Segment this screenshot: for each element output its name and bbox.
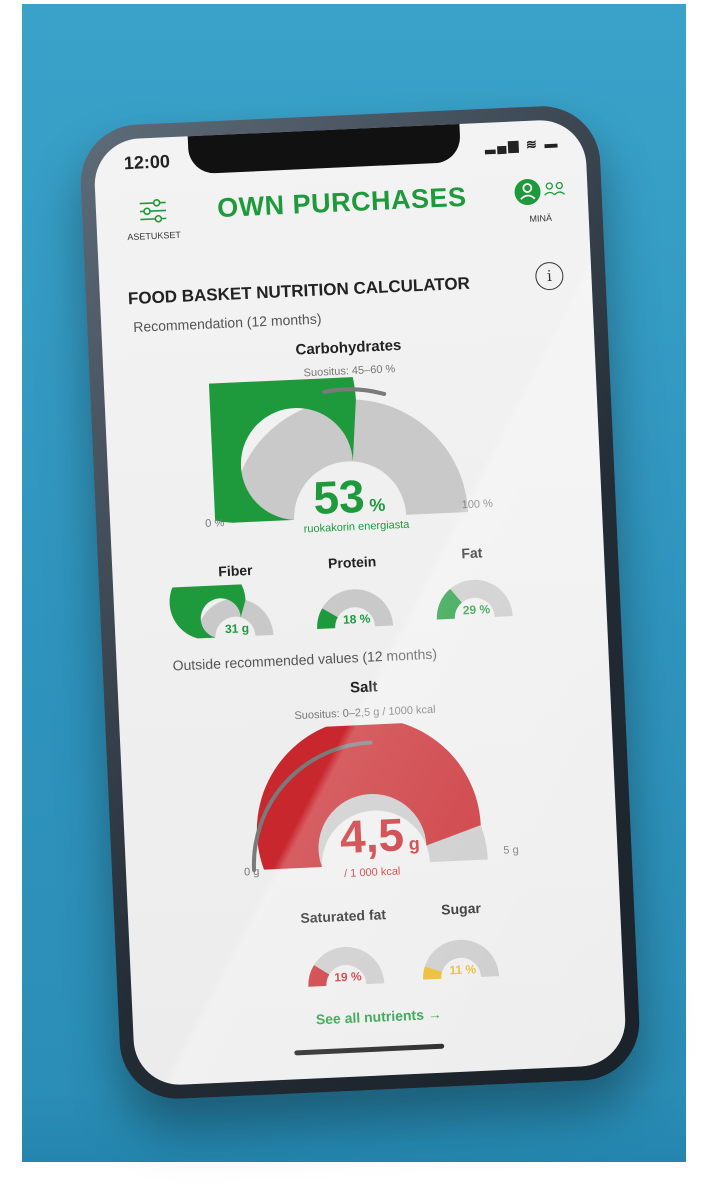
fiber-title: Fiber [217,561,253,580]
home-indicator[interactable] [294,1043,445,1056]
fat-value: 29 % [462,602,490,617]
protein-value: 18 % [343,612,371,627]
status-icons: ▂▄▆ ≋ ▬ [485,135,560,154]
saturated-fat-gauge: 19 % [308,947,385,987]
salt-unit: g [408,833,421,855]
sugar-value: 11 % [449,962,477,977]
user-switch-button[interactable]: MINÄ [509,175,571,225]
signal-icon: ▂▄▆ [484,137,521,154]
protein-title: Protein [327,553,377,572]
see-all-nutrients-link[interactable]: See all nutrients → [133,997,625,1035]
group-icon [544,181,566,196]
fiber-value: 31 g [225,621,250,636]
fat-gauge: 29 % [436,579,513,620]
fat-title: Fat [461,544,483,562]
background-floor [22,1095,686,1162]
protein-gauge: 18 % [317,589,394,629]
phone-frame: 12:00 ▂▄▆ ≋ ▬ ASETUKSET OWN PURCHASES MI… [78,103,642,1102]
phone-screen: 12:00 ▂▄▆ ≋ ▬ ASETUKSET OWN PURCHASES MI… [92,118,628,1087]
carbohydrates-value: 53 [312,469,366,524]
status-time: 12:00 [123,151,171,174]
info-icon: i [546,266,553,286]
battery-icon: ▬ [544,135,560,152]
outside-label: Outside recommended values (12 months) [172,645,438,674]
carbohydrates-unit: % [368,494,386,516]
sugar-title: Sugar [440,899,482,918]
sugar-gauge: 11 % [423,939,500,980]
carbohydrates-max-label: 100 % [461,497,494,512]
user-icon [514,178,566,205]
phone-notch [187,122,462,175]
salt-value: 4,5 [338,808,405,864]
app-header: ASETUKSET OWN PURCHASES MINÄ [95,170,590,262]
saturated-fat-value: 19 % [334,969,362,984]
saturated-fat-title: Saturated fat [300,906,387,927]
small-gauges-row: 31 g 18 % 29 % [169,567,513,639]
carbohydrates-value-wrap: 53 % [278,466,420,526]
user-label: MINÄ [529,212,553,224]
wifi-icon: ≋ [525,136,540,152]
settings-label: ASETUKSET [127,229,182,243]
outside-gauges-row: 19 % 11 % [308,939,500,987]
salt-value-wrap: 4,5 g [308,805,450,865]
recommendation-label: Recommendation (12 months) [132,310,322,335]
calculator-title: FOOD BASKET NUTRITION CALCULATOR [127,273,471,309]
info-button[interactable]: i [534,261,565,291]
salt-max-label: 5 g [503,844,519,857]
